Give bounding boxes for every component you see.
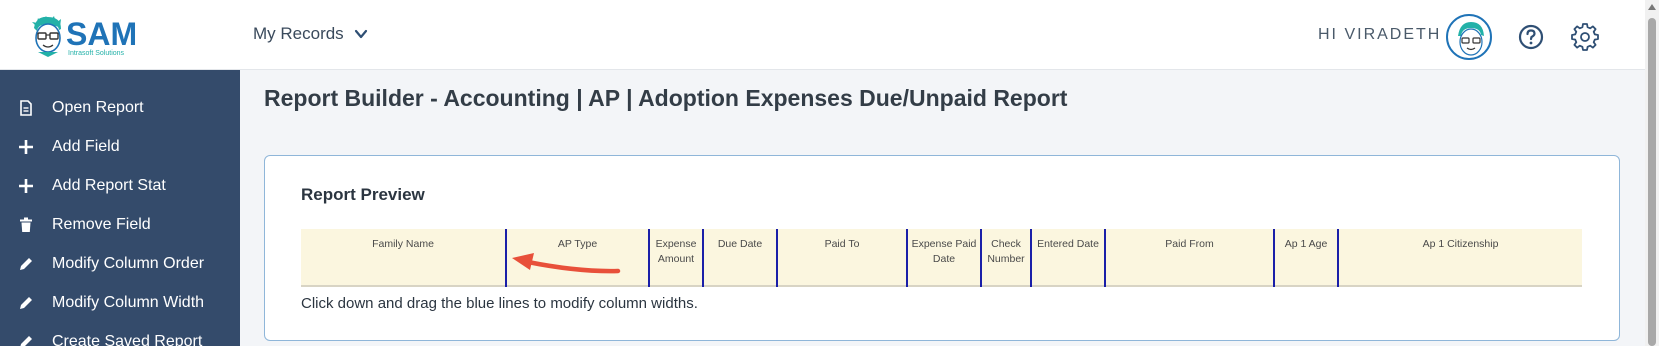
sidebar-item-open-report[interactable]: Open Report: [0, 88, 240, 128]
sidebar-item-modify-column-width[interactable]: Modify Column Width: [0, 283, 240, 323]
column-header-label: Entered Date: [1037, 238, 1099, 250]
avatar[interactable]: [1446, 14, 1492, 60]
sam-logo[interactable]: SAM Intrasoft Solutions: [28, 12, 158, 60]
column-header-expense-paid-date[interactable]: Expense Paid Date: [908, 229, 982, 287]
sidebar-item-label: Modify Column Width: [52, 294, 205, 311]
logo-face-icon: [32, 16, 61, 57]
annotation-arrow-icon: [512, 253, 621, 274]
column-header-entered-date[interactable]: Entered Date: [1032, 229, 1106, 287]
report-preview-table: Family Name AP Type Expense Amount Due Da…: [301, 229, 1582, 287]
chevron-down-icon: [354, 29, 367, 39]
column-header-label: Amount: [657, 253, 695, 265]
plus-icon: [19, 179, 33, 193]
column-header-label: Ap 1 Citizenship: [1422, 238, 1499, 250]
column-header-label: Number: [987, 253, 1025, 265]
pencil-icon: [20, 336, 32, 346]
column-header-paid-to[interactable]: Paid To: [778, 229, 908, 287]
scrollbar-thumb[interactable]: [1648, 18, 1656, 346]
column-header-check-number[interactable]: Check Number: [982, 229, 1032, 287]
column-header-expense-amount[interactable]: Expense Amount: [650, 229, 704, 287]
column-header-label: Paid From: [1165, 238, 1214, 250]
page-title: Report Builder - Accounting | AP | Adopt…: [264, 85, 1068, 111]
column-header-due-date[interactable]: Due Date: [704, 229, 778, 287]
sidebar-item-create-saved-report[interactable]: Create Saved Report: [0, 322, 240, 346]
pencil-icon: [20, 258, 32, 270]
column-header-label: Date: [932, 253, 956, 265]
logo-wordmark: SAM: [66, 16, 138, 52]
trash-icon: [20, 217, 32, 232]
card-title: Report Preview: [301, 185, 425, 204]
scroll-up-icon[interactable]: [1648, 4, 1656, 10]
my-records-label: My Records: [253, 24, 344, 43]
sidebar-item-label: Modify Column Order: [52, 255, 205, 272]
gear-icon[interactable]: [1571, 23, 1599, 51]
column-header-paid-from[interactable]: Paid From: [1106, 229, 1275, 287]
avatar-face-icon: [1458, 22, 1484, 56]
column-header-label: Paid To: [824, 238, 860, 250]
help-icon[interactable]: [1518, 24, 1544, 50]
column-header-label: Due Date: [717, 238, 763, 250]
logo-subtitle: Intrasoft Solutions: [68, 50, 125, 57]
sidebar-item-label: Add Report Stat: [52, 177, 166, 194]
sidebar-item-modify-column-order[interactable]: Modify Column Order: [0, 244, 240, 284]
page-scrollbar[interactable]: [1645, 0, 1659, 346]
pencil-icon: [20, 297, 32, 309]
sidebar-item-remove-field[interactable]: Remove Field: [0, 205, 240, 245]
column-header-label: Expense: [655, 238, 697, 250]
column-header-family-name[interactable]: Family Name: [301, 229, 507, 287]
report-preview-card: Report Preview Family Name AP Type Expen…: [264, 155, 1620, 341]
resize-hint-text: Click down and drag the blue lines to mo…: [301, 295, 698, 312]
top-header: SAM Intrasoft Solutions My Records HI VI…: [0, 0, 1645, 70]
column-header-label: Ap 1 Age: [1284, 238, 1328, 250]
column-header-label: Check: [991, 238, 1021, 250]
sidebar-item-label: Remove Field: [52, 216, 151, 233]
sidebar-item-add-field[interactable]: Add Field: [0, 127, 240, 167]
sidebar-item-add-report-stat[interactable]: Add Report Stat: [0, 166, 240, 206]
column-header-label: Expense Paid: [911, 238, 977, 250]
column-header-label: Family Name: [372, 238, 434, 250]
user-greeting: HI VIRADETH: [1318, 26, 1442, 43]
sidebar-item-label: Open Report: [52, 99, 144, 116]
sidebar-item-label: Create Saved Report: [52, 333, 203, 346]
document-icon: [20, 100, 32, 116]
my-records-menu[interactable]: My Records: [253, 24, 368, 44]
sidebar: Open Report Add Field Add Report Stat Re…: [0, 70, 240, 346]
plus-icon: [19, 140, 33, 154]
column-header-ap1-citizenship[interactable]: Ap 1 Citizenship: [1339, 229, 1582, 287]
column-header-ap1-age[interactable]: Ap 1 Age: [1275, 229, 1339, 287]
sidebar-item-label: Add Field: [52, 138, 120, 155]
